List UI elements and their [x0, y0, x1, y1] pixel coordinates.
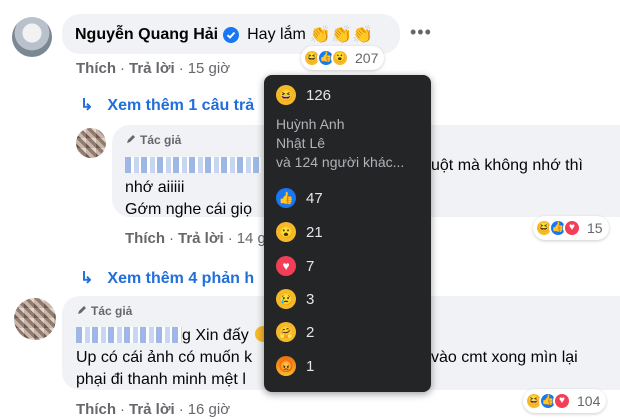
- timestamp[interactable]: 14 g: [237, 230, 266, 247]
- reply-line-2: Up có cái ảnh có muốn k: [76, 349, 253, 366]
- love-icon: ♥: [276, 256, 296, 276]
- avatar[interactable]: [76, 128, 106, 158]
- reply-line-3: phại đi thanh minh mệt l: [76, 371, 246, 388]
- view-more-label: Xem thêm 4 phản h: [107, 270, 255, 287]
- haha-icon: 😆: [276, 85, 296, 105]
- like-icon: 👍: [276, 188, 296, 208]
- comment-header: Nguyễn Quang Hải Hay lắm 👏👏👏: [75, 24, 373, 46]
- avatar[interactable]: [12, 17, 52, 57]
- reactor-name: Nhật Lê: [276, 135, 326, 151]
- reply-arrow-icon: ↳: [80, 270, 94, 287]
- reply-link[interactable]: Trả lời: [178, 230, 224, 247]
- tooltip-like-row: 👍 47: [276, 188, 323, 208]
- reactor-names: Huỳnh Anh Nhật Lê và 124 người khác...: [276, 115, 404, 172]
- reply-link[interactable]: Trả lời: [129, 401, 175, 418]
- reply-line-2-suffix: vào cmt xong mìn lại: [431, 349, 578, 366]
- view-more-replies-2[interactable]: ↳ Xem thêm 4 phản h: [80, 268, 254, 288]
- ellipsis-icon[interactable]: •••: [410, 23, 432, 41]
- reaction-summary[interactable]: 😆 👍 😮 207: [301, 46, 385, 70]
- love-icon: ♥: [563, 219, 581, 237]
- reply-line-1-suffix: g Xin đấy: [182, 327, 249, 344]
- reaction-summary[interactable]: 😆 👍 ♥ 15: [533, 216, 609, 240]
- haha-count: 126: [306, 86, 332, 104]
- pen-icon: [125, 133, 137, 145]
- reaction-count: 104: [577, 393, 601, 409]
- angry-count: 1: [306, 357, 315, 375]
- reactor-name: Huỳnh Anh: [276, 116, 345, 132]
- tooltip-care-row: 🤗 2: [276, 322, 314, 342]
- love-icon: ♥: [553, 392, 571, 410]
- view-more-label: Xem thêm 1 câu trả: [107, 97, 255, 114]
- wow-count: 21: [306, 223, 323, 241]
- tooltip-wow-row: 😮 21: [276, 222, 323, 242]
- care-count: 2: [306, 323, 315, 341]
- reactions-tooltip: 😆 126 Huỳnh Anh Nhật Lê và 124 người khá…: [264, 75, 431, 392]
- reactor-others: và 124 người khác...: [276, 154, 405, 170]
- comment-text: Hay lắm: [247, 26, 306, 43]
- angry-icon: 😡: [276, 356, 296, 376]
- author-tag: Tác giả: [125, 133, 181, 147]
- like-link[interactable]: Thích: [76, 60, 116, 77]
- wow-icon: 😮: [276, 222, 296, 242]
- timestamp[interactable]: 15 giờ: [188, 60, 230, 77]
- comment-author[interactable]: Nguyễn Quang Hải: [75, 26, 218, 44]
- reply-actions: Thích · Trả lời · 14 g: [125, 230, 266, 247]
- tooltip-sad-row: 😢 3: [276, 289, 314, 309]
- author-tag: Tác giả: [76, 304, 132, 318]
- love-count: 7: [306, 257, 315, 275]
- sad-count: 3: [306, 290, 315, 308]
- tooltip-angry-row: 😡 1: [276, 356, 314, 376]
- reaction-count: 15: [587, 220, 603, 236]
- wow-icon: 😮: [331, 49, 349, 67]
- avatar[interactable]: [14, 298, 56, 340]
- comment-actions: Thích · Trả lời · 15 giờ: [76, 60, 231, 77]
- reply-actions: Thích · Trả lời · 16 giờ: [76, 401, 231, 418]
- sad-icon: 😢: [276, 289, 296, 309]
- censored-name: [125, 157, 261, 173]
- reply-arrow-icon: ↳: [80, 97, 94, 114]
- timestamp[interactable]: 16 giờ: [188, 401, 230, 418]
- reaction-count: 207: [355, 50, 379, 66]
- like-link[interactable]: Thích: [125, 230, 165, 247]
- pen-icon: [76, 304, 88, 316]
- tooltip-love-row: ♥ 7: [276, 256, 314, 276]
- clapping-emoji: 👏👏👏: [309, 25, 374, 44]
- like-count: 47: [306, 189, 323, 207]
- reaction-summary[interactable]: 😆 👍 ♥ 104: [523, 389, 607, 413]
- reply-line-1-suffix: uột mà không nhớ thì: [431, 157, 583, 174]
- care-icon: 🤗: [276, 322, 296, 342]
- censored-name: [76, 327, 182, 343]
- verified-badge-icon: [223, 27, 240, 43]
- reply-link[interactable]: Trả lời: [129, 60, 175, 77]
- tooltip-haha-row: 😆 126: [276, 85, 331, 105]
- like-link[interactable]: Thích: [76, 401, 116, 418]
- view-more-replies-1[interactable]: ↳ Xem thêm 1 câu trả: [80, 95, 254, 115]
- reply-line-1: g Xin đấy: [76, 325, 271, 347]
